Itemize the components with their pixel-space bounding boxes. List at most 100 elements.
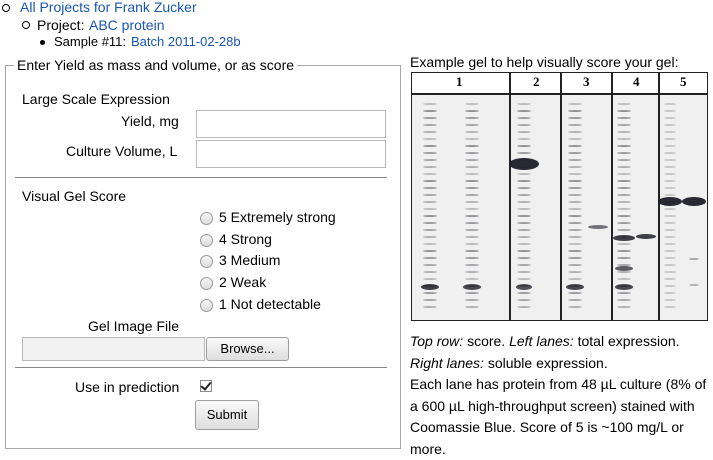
gel-band [517,222,531,224]
gel-band [664,138,676,140]
gel-band [423,243,437,245]
gel-band [617,229,631,231]
gel-band [517,215,531,217]
browse-button[interactable]: Browse... [206,337,289,361]
gel-band [689,284,699,286]
caption-left-lanes-text: total expression. [573,333,680,349]
gel-band [566,284,584,290]
gel-band [664,131,676,133]
gel-band [465,229,479,231]
submit-button[interactable]: Submit [195,400,259,430]
gel-band [615,284,633,290]
gel-band [664,124,676,126]
bullet-icon [22,21,30,29]
gel-band [664,271,676,273]
all-projects-link[interactable]: All Projects for Frank Zucker [20,0,197,15]
score-1-radio[interactable] [200,299,213,312]
gel-band [423,250,437,252]
gel-band [465,215,479,217]
gel-band [664,292,676,294]
caption-top-row-text: score. [463,333,510,349]
score-2-radio[interactable] [200,277,213,290]
gel-band [568,306,582,308]
visual-gel-heading: Visual Gel Score [22,188,127,204]
lane-divider [611,73,613,320]
gel-band [568,194,582,196]
lane-number: 1 [456,74,463,89]
gel-band [423,124,437,126]
gel-band [423,187,437,189]
gel-band [664,173,676,175]
gel-band [664,166,676,168]
gel-band [568,257,582,259]
gel-band [664,187,676,189]
lane-number: 2 [533,74,540,89]
gel-band [465,250,479,252]
gel-band [423,173,437,175]
use-in-prediction-checkbox[interactable] [200,379,212,392]
score-4-label: 4 Strong [219,231,272,247]
gel-band [664,278,676,280]
gel-band [423,236,437,238]
gel-band [568,292,582,294]
gel-band [568,236,582,238]
gel-image-file-input[interactable] [22,337,205,361]
gel-band [617,250,631,252]
bullet-icon [2,4,10,12]
gel-band [509,158,539,170]
score-2-label: 2 Weak [219,274,267,290]
gel-band [465,299,479,301]
gel-band [664,264,676,266]
gel-band [568,187,582,189]
gel-band [617,166,631,168]
gel-band [465,145,479,147]
gel-band [517,131,531,133]
large-scale-heading: Large Scale Expression [22,91,170,107]
gel-band [423,306,437,308]
gel-band [664,152,676,154]
gel-band [517,180,531,182]
gel-band [465,243,479,245]
gel-band [423,110,437,112]
gel-band [617,138,631,140]
gel-band [423,180,437,182]
gel-band [664,306,676,308]
gel-band [465,124,479,126]
gel-band [423,278,437,280]
gel-band [465,194,479,196]
bullet-icon [40,40,45,45]
gel-band [617,271,631,273]
gel-band [423,222,437,224]
gel-band [423,215,437,217]
gel-band [465,201,479,203]
gel-band [568,173,582,175]
gel-band [517,264,531,266]
gel-band [568,117,582,119]
gel-band [689,258,699,260]
gel-band [617,257,631,259]
gel-band [423,152,437,154]
gel-band [517,306,531,308]
gel-band [423,194,437,196]
project-link[interactable]: ABC protein [89,17,164,33]
gel-band [568,250,582,252]
sample-link[interactable]: Batch 2011-02-28b [131,34,241,49]
gel-band [465,187,479,189]
gel-band [465,236,479,238]
score-3-radio[interactable] [200,255,213,268]
gel-band [517,117,531,119]
gel-band [516,284,532,290]
yield-label: Yield, mg [121,113,179,129]
yield-input[interactable] [196,110,386,138]
score-4-radio[interactable] [200,234,213,247]
gel-band [423,208,437,210]
gel-band [465,306,479,308]
gel-band [568,103,582,105]
culture-volume-input[interactable] [196,140,386,168]
score-5-radio[interactable] [200,212,213,225]
gel-band [465,166,479,168]
gel-band [568,278,582,280]
gel-band [465,138,479,140]
gel-band [568,215,582,217]
gel-band [664,299,676,301]
